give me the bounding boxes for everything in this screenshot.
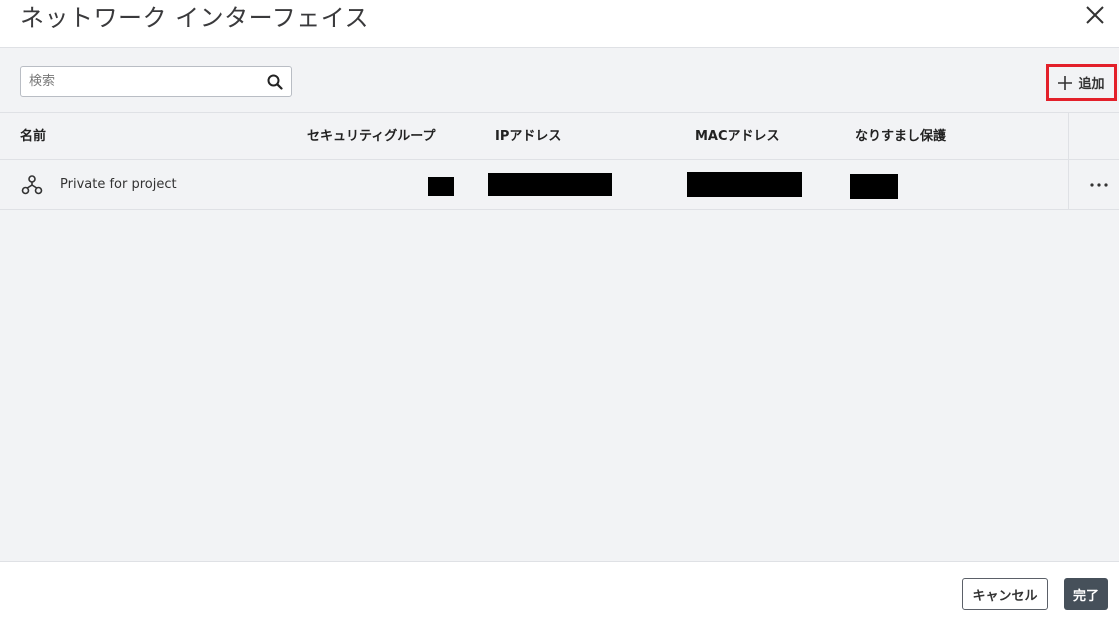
column-header-ip-address[interactable]: IPアドレス <box>495 113 561 160</box>
row-name[interactable]: Private for project <box>60 160 177 209</box>
search-box[interactable] <box>20 66 292 97</box>
plus-icon <box>1058 75 1073 90</box>
column-header-security-group[interactable]: セキュリティグループ <box>307 113 435 160</box>
dialog-header: ネットワーク インターフェイス <box>0 0 1119 48</box>
close-button[interactable] <box>1083 3 1107 27</box>
close-icon <box>1086 6 1104 24</box>
interface-table: 名前 セキュリティグループ IPアドレス MACアドレス なりすまし保護 Pri… <box>0 112 1119 210</box>
add-button[interactable]: 追加 <box>1046 64 1117 101</box>
done-button[interactable]: 完了 <box>1064 578 1108 610</box>
redacted-ip-address <box>488 173 612 196</box>
redacted-spoof-protection <box>850 174 898 199</box>
search-input[interactable] <box>29 67 259 96</box>
column-divider <box>1068 160 1069 209</box>
table-row[interactable]: Private for project <box>0 160 1119 210</box>
more-horizontal-icon <box>1090 183 1108 187</box>
column-divider <box>1068 113 1069 160</box>
column-header-name[interactable]: 名前 <box>20 113 46 160</box>
dialog-footer: キャンセル 完了 <box>0 561 1119 617</box>
table-header: 名前 セキュリティグループ IPアドレス MACアドレス なりすまし保護 <box>0 112 1119 160</box>
redacted-security-group <box>428 177 454 196</box>
dialog-title: ネットワーク インターフェイス <box>20 4 369 32</box>
search-icon[interactable] <box>267 74 283 90</box>
toolbar: 追加 <box>0 48 1119 112</box>
network-interface-dialog: ネットワーク インターフェイス 追加 <box>0 0 1119 617</box>
add-button-label: 追加 <box>1078 77 1105 92</box>
redacted-mac-address <box>687 172 802 197</box>
column-header-spoof-protection[interactable]: なりすまし保護 <box>855 113 946 160</box>
dialog-body: 追加 名前 セキュリティグループ IPアドレス MACアドレス なりすまし保護 … <box>0 48 1119 561</box>
column-header-mac-address[interactable]: MACアドレス <box>695 113 780 160</box>
more-actions-button[interactable] <box>1088 176 1110 194</box>
network-icon <box>21 175 43 195</box>
cancel-button[interactable]: キャンセル <box>962 578 1048 610</box>
